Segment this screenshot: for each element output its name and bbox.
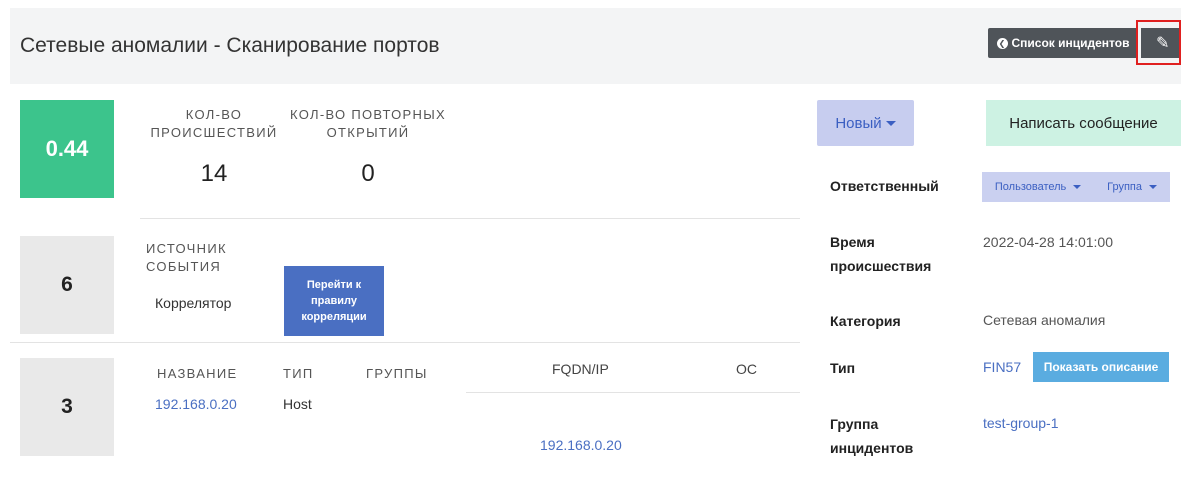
status-dropdown[interactable]: Новый [817, 100, 914, 146]
reopen-caption: КОЛ-ВО ПОВТОРНЫХ ОТКРЫТИЙ [290, 107, 446, 140]
asset-name-link[interactable]: 192.168.0.20 [155, 396, 237, 412]
column-header-type: ТИП [283, 366, 314, 381]
chevron-left-circle-icon: ❮ [996, 37, 1008, 49]
column-header-groups: ГРУППЫ [366, 366, 428, 381]
incident-group-label: Группа инцидентов [830, 416, 914, 456]
column-header-name: НАЗВАНИЕ [157, 366, 238, 381]
column-header-fqdn: FQDN/IP [552, 361, 609, 377]
incident-list-label: Список инцидентов [1011, 36, 1130, 50]
risk-score: 0.44 [20, 100, 114, 198]
asset-count: 3 [20, 358, 114, 456]
type-label: Тип [830, 360, 856, 376]
status-label: Новый [835, 114, 882, 132]
type-link[interactable]: FIN57 [983, 359, 1021, 375]
source-count: 6 [20, 236, 114, 334]
user-dropdown[interactable]: Пользователь [994, 181, 1082, 193]
source-value: Коррелятор [155, 295, 232, 311]
category-value: Сетевая аномалия [983, 312, 1106, 328]
incident-list-button[interactable]: ❮ Список инцидентов [988, 28, 1138, 58]
divider [10, 342, 800, 343]
divider [466, 392, 800, 393]
asset-fqdn-link[interactable]: 192.168.0.20 [540, 437, 622, 453]
incident-time-value: 2022-04-28 14:01:00 [983, 234, 1113, 250]
category-label: Категория [830, 313, 901, 329]
reopen-count: 0 [361, 160, 375, 187]
incident-time-label: Время происшествия [830, 234, 932, 274]
group-dropdown[interactable]: Группа [1107, 181, 1158, 193]
page-title: Сетевые аномалии - Сканирование портов [20, 34, 440, 57]
assignee-selector: Пользователь Группа [982, 172, 1170, 202]
source-caption: ИСТОЧНИК СОБЫТИЯ [146, 241, 227, 274]
responsible-label: Ответственный [830, 178, 939, 194]
caret-down-icon [1149, 185, 1158, 190]
user-dropdown-label: Пользователь [994, 181, 1067, 193]
group-dropdown-label: Группа [1107, 181, 1143, 193]
asset-type: Host [283, 396, 312, 412]
show-description-button[interactable]: Показать описание [1033, 352, 1169, 382]
divider [140, 218, 800, 219]
caret-down-icon [1073, 185, 1082, 190]
column-header-os: ОС [736, 361, 757, 377]
go-to-correlation-rule-button[interactable]: Перейти к правилу корреляции [284, 266, 384, 336]
write-message-button[interactable]: Написать сообщение [986, 100, 1181, 146]
incident-group-link[interactable]: test-group-1 [983, 415, 1058, 431]
caret-down-icon [885, 120, 896, 126]
highlight-frame [1136, 20, 1181, 65]
